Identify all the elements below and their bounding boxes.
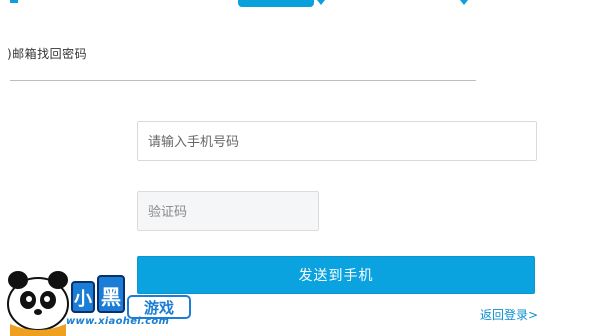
tab-bar-left-edge: [0, 0, 18, 8]
back-to-login-link[interactable]: 返回登录>: [480, 306, 538, 323]
page-title: )邮箱找回密码: [7, 47, 88, 61]
phone-number-input[interactable]: [137, 121, 537, 161]
svg-text:小: 小: [74, 289, 92, 310]
title-divider: [10, 80, 476, 81]
watermark-url: www.xiaohei.com: [66, 316, 170, 327]
tab-caret-icon: [460, 0, 468, 5]
tab-active-indicator[interactable]: [238, 0, 314, 7]
svg-text:黑: 黑: [101, 285, 121, 309]
svg-text:游戏: 游戏: [144, 299, 174, 317]
tab-caret-icon: [317, 0, 325, 5]
verification-code-input[interactable]: [137, 191, 319, 231]
